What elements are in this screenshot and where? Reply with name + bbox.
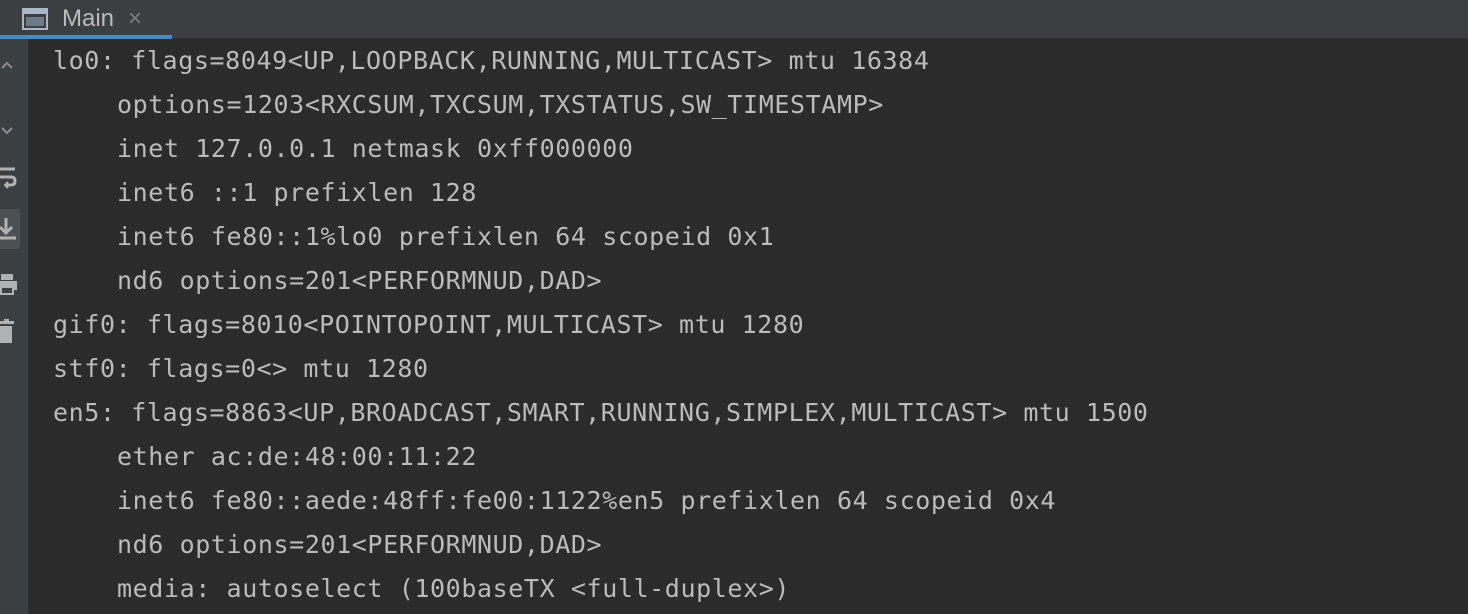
trash-icon[interactable]: [0, 319, 20, 345]
console-line: stf0: flags=0<> mtu 1280: [53, 354, 429, 383]
console-line: gif0: flags=8010<POINTOPOINT,MULTICAST> …: [53, 310, 805, 339]
console-line: media: autoselect (100baseTX <full-duple…: [117, 574, 791, 603]
down-arrow-icon[interactable]: [0, 117, 20, 143]
console-line: options=1203<RXCSUM,TXCSUM,TXSTATUS,SW_T…: [117, 90, 884, 119]
scroll-to-end-icon[interactable]: [0, 209, 20, 249]
soft-wrap-icon[interactable]: [0, 165, 20, 191]
tab-label: Main: [62, 5, 115, 32]
console-window-icon: [22, 8, 48, 30]
console-output[interactable]: lo0: flags=8049<UP,LOOPBACK,RUNNING,MULT…: [29, 39, 1468, 614]
console-line: inet6 ::1 prefixlen 128: [117, 178, 477, 207]
console-toolbar: [0, 39, 29, 614]
console-line: inet 127.0.0.1 netmask 0xff000000: [117, 134, 634, 163]
console-line: lo0: flags=8049<UP,LOOPBACK,RUNNING,MULT…: [53, 46, 930, 75]
console-line: ether ac:de:48:00:11:22: [117, 442, 477, 471]
tab-bar: Main ×: [0, 0, 1468, 39]
console-line: nd6 options=201<PERFORMNUD,DAD>: [117, 266, 603, 295]
console-line: nd6 options=201<PERFORMNUD,DAD>: [117, 530, 603, 559]
up-arrow-icon[interactable]: [0, 53, 20, 79]
tab-main[interactable]: Main ×: [0, 0, 172, 39]
console-line: en5: flags=8863<UP,BROADCAST,SMART,RUNNI…: [53, 398, 1149, 427]
console-line: inet6 fe80::1%lo0 prefixlen 64 scopeid 0…: [117, 222, 775, 251]
run-tool-window: Main × lo0: flags=8049<UP,LOOPBACK,RUNNI…: [0, 0, 1468, 614]
console-line: inet6 fe80::aede:48ff:fe00:1122%en5 pref…: [117, 486, 1057, 515]
close-icon[interactable]: ×: [128, 5, 142, 33]
print-icon[interactable]: [0, 271, 20, 297]
